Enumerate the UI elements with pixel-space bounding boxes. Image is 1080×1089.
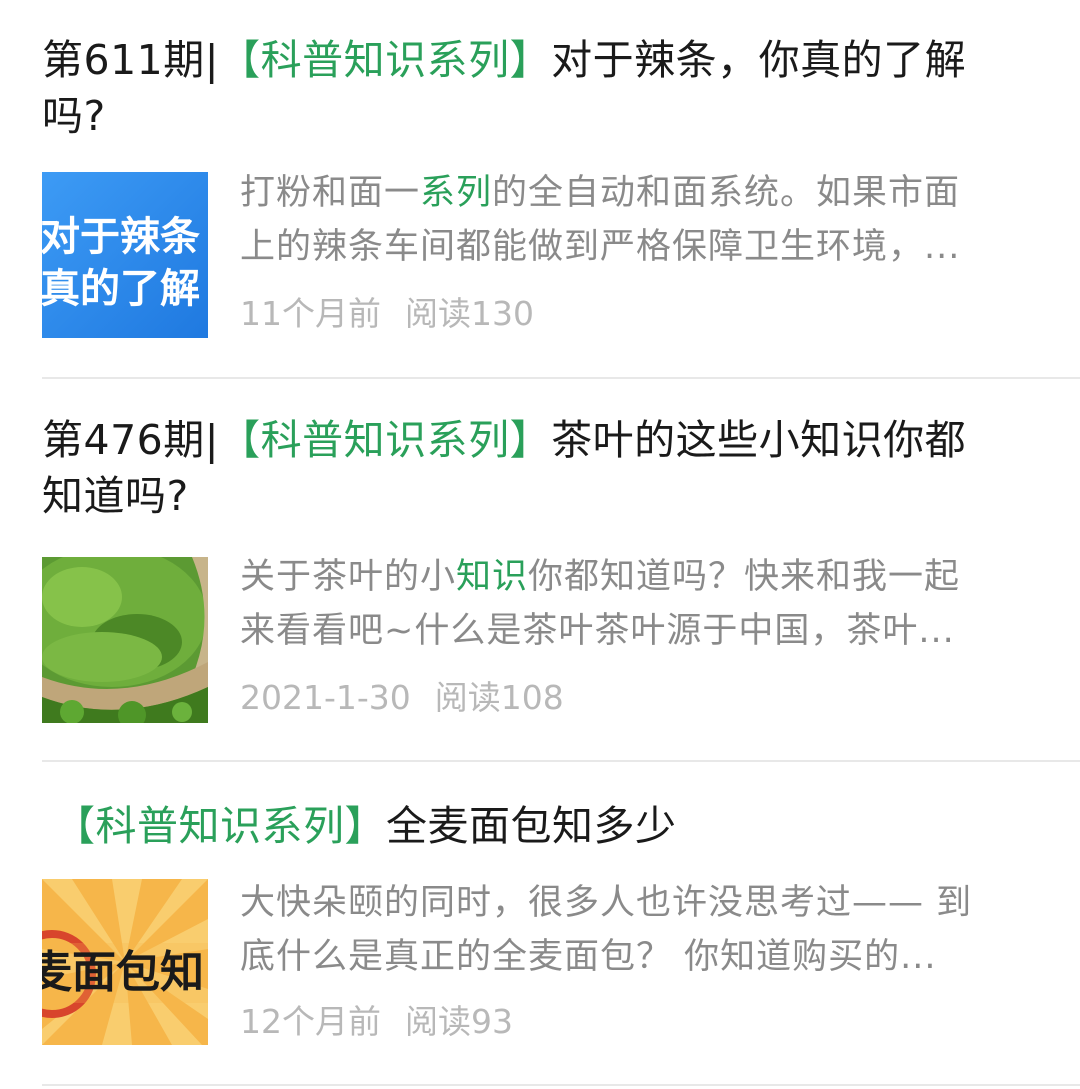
series-tag: 【科普知识系列】 bbox=[219, 36, 552, 84]
divider bbox=[42, 1084, 1080, 1086]
article-thumbnail[interactable]: 麦面包知 bbox=[42, 879, 208, 1045]
summary-text: 关于茶叶的小 bbox=[240, 557, 457, 597]
summary-highlight: 系列 bbox=[420, 173, 493, 213]
thumbnail-text-2: 真的了解 bbox=[42, 266, 200, 312]
article-summary: 大快朵颐的同时，很多人也许没思考过—— 到 底什么是真正的全麦面包？ 你知道购买… bbox=[240, 876, 1040, 984]
article-meta: 2021-1-30 阅读108 bbox=[240, 678, 564, 718]
summary-text: 的全自动和面系统。如果市面 bbox=[492, 173, 961, 213]
summary-text: 大快朵颐的同时，很多人也许没思考过—— 到 bbox=[240, 883, 973, 923]
series-tag: 【科普知识系列】 bbox=[219, 416, 552, 464]
article-thumbnail[interactable] bbox=[42, 557, 208, 723]
title-text: 茶叶的这些小知识你都 bbox=[551, 416, 967, 464]
article-meta: 12个月前 阅读93 bbox=[240, 1002, 513, 1042]
thumbnail-text-1: 对于辣条 bbox=[42, 214, 200, 260]
summary-text: 底什么是真正的全麦面包？ 你知道购买的... bbox=[240, 937, 937, 977]
article-title[interactable]: 第611期|【科普知识系列】对于辣条，你真的了解 吗? bbox=[42, 32, 1042, 144]
article-title[interactable]: 第476期|【科普知识系列】茶叶的这些小知识你都 知道吗? bbox=[42, 412, 1042, 524]
thumbnail-text: 麦面包知 bbox=[42, 947, 204, 998]
title-text: 全麦面包知多少 bbox=[386, 802, 677, 850]
article-title[interactable]: 【科普知识系列】全麦面包知多少 bbox=[54, 798, 1054, 854]
summary-text: 打粉和面一 bbox=[240, 173, 421, 213]
article-summary: 关于茶叶的小知识你都知道吗？快来和我一起 来看看吧~什么是茶叶茶叶源于中国，茶叶… bbox=[240, 550, 1040, 658]
title-text-continued: 知道吗? bbox=[42, 472, 189, 520]
read-count: 阅读93 bbox=[405, 1002, 513, 1041]
publish-time: 2021-1-30 bbox=[240, 678, 411, 717]
series-tag: 【科普知识系列】 bbox=[54, 802, 386, 850]
title-text-continued: 吗? bbox=[42, 92, 106, 140]
article-thumbnail[interactable]: 对于辣条 真的了解 bbox=[42, 172, 208, 338]
title-text: 对于辣条，你真的了解 bbox=[551, 36, 967, 84]
article-item[interactable]: 【科普知识系列】全麦面包知多少 麦面包知 大快朵颐的同时，很多人也许没思考过——… bbox=[0, 762, 1080, 1089]
read-count: 阅读130 bbox=[405, 294, 534, 333]
summary-highlight: 知识 bbox=[456, 557, 529, 597]
article-meta: 11个月前 阅读130 bbox=[240, 294, 534, 334]
thumbnail-image: 对于辣条 真的了解 bbox=[42, 172, 208, 338]
bread-thumbnail-image: 麦面包知 bbox=[42, 879, 208, 1045]
summary-text: 你都知道吗？快来和我一起 bbox=[528, 557, 961, 597]
read-count: 阅读108 bbox=[434, 678, 564, 717]
article-summary: 打粉和面一系列的全自动和面系统。如果市面 上的辣条车间都能做到严格保障卫生环境，… bbox=[240, 166, 1040, 274]
tea-leaves-image bbox=[42, 557, 208, 723]
summary-text: 来看看吧~什么是茶叶茶叶源于中国，茶叶... bbox=[240, 611, 955, 651]
issue-number: 第476期| bbox=[42, 416, 220, 464]
article-item[interactable]: 第476期|【科普知识系列】茶叶的这些小知识你都 知道吗? 关于茶叶的小知识你都… bbox=[0, 380, 1080, 760]
summary-text: 上的辣条车间都能做到严格保障卫生环境，... bbox=[240, 227, 961, 267]
article-item[interactable]: 第611期|【科普知识系列】对于辣条，你真的了解 吗? 对于辣条 真的了解 打粉… bbox=[0, 0, 1080, 378]
publish-time: 11个月前 bbox=[240, 294, 381, 333]
divider bbox=[42, 377, 1080, 379]
publish-time: 12个月前 bbox=[240, 1002, 381, 1041]
issue-number: 第611期| bbox=[42, 36, 220, 84]
